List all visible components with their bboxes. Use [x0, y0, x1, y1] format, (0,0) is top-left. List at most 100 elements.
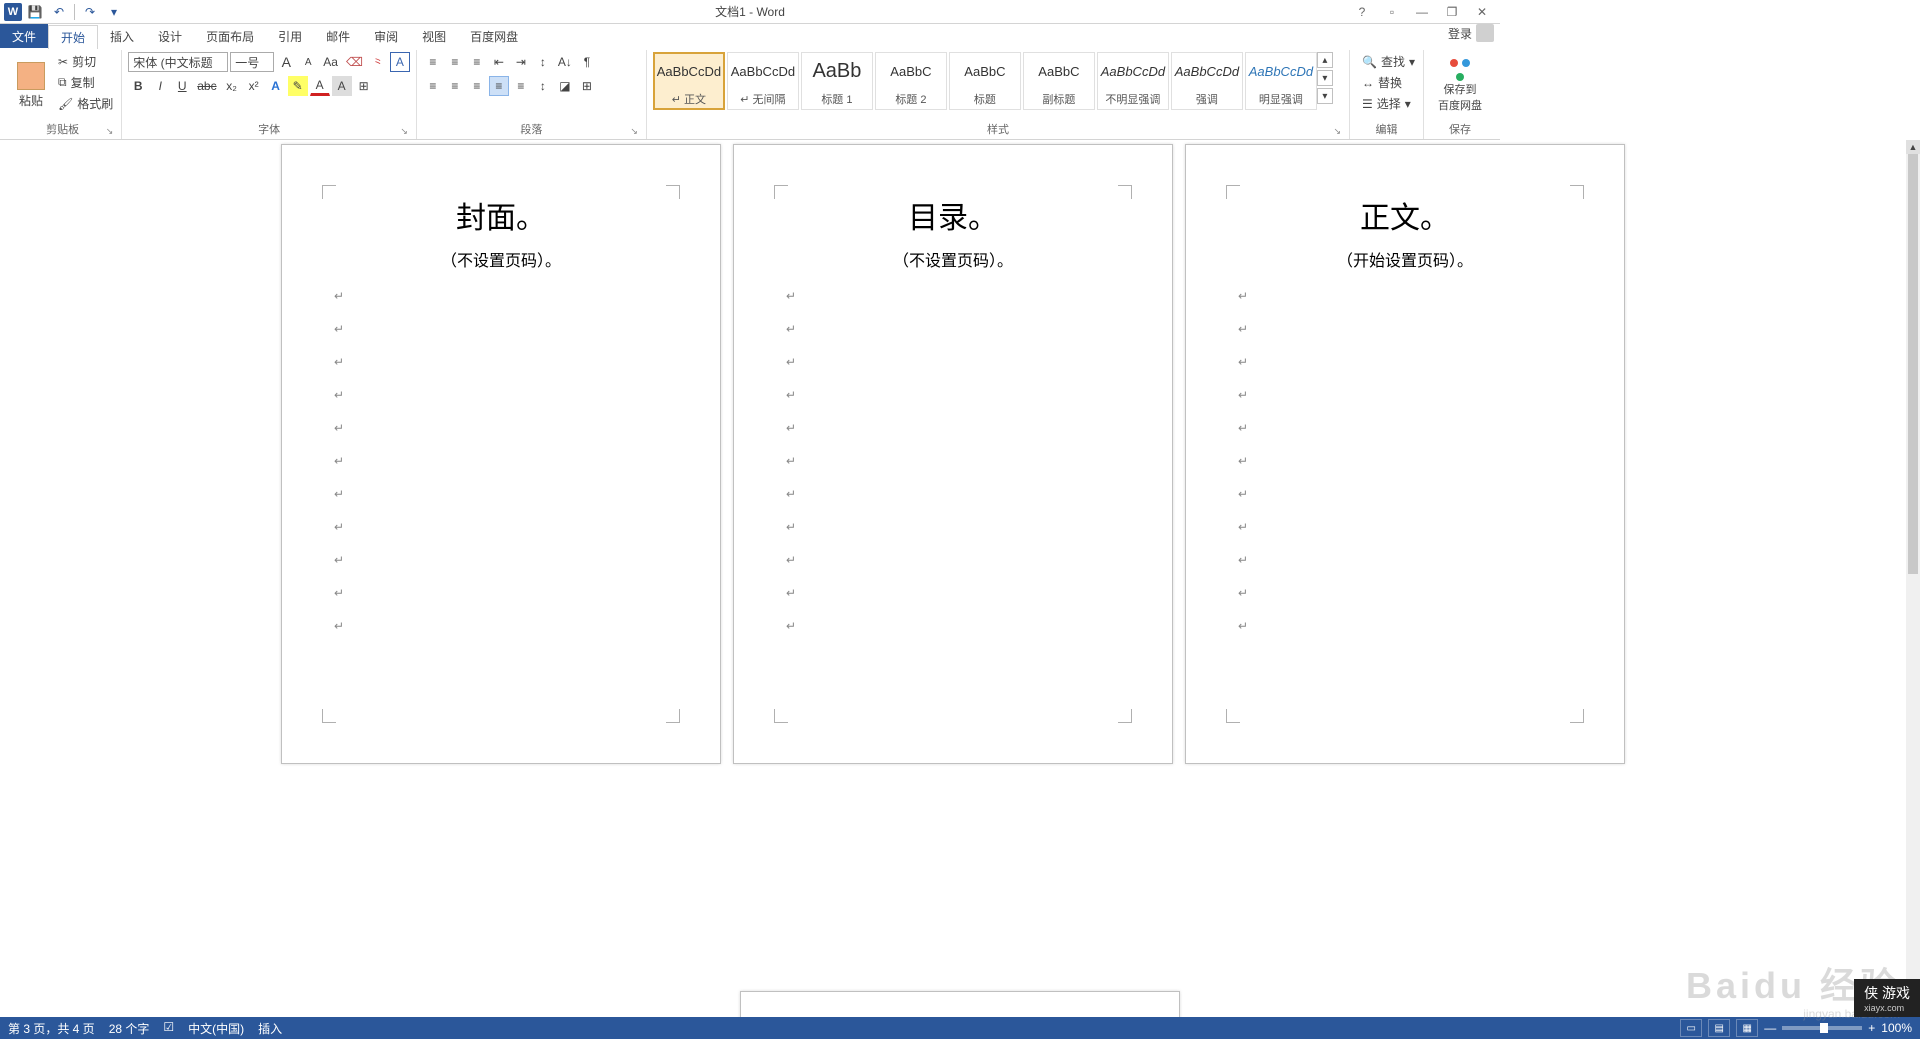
save-button[interactable]: 💾 — [24, 1, 46, 23]
bold-button[interactable]: B — [128, 76, 148, 96]
char-shading-button[interactable]: A — [332, 76, 352, 96]
style-item-3[interactable]: AaBbC标题 2 — [875, 52, 947, 110]
clear-format-button[interactable]: ⌫ — [343, 52, 366, 72]
asian-layout-button[interactable]: ↕ — [533, 52, 553, 72]
italic-button[interactable]: I — [150, 76, 170, 96]
char-border-button[interactable]: A — [390, 52, 410, 72]
tab-home[interactable]: 开始 — [48, 25, 98, 49]
find-button[interactable]: 🔍查找 ▾ — [1360, 52, 1417, 71]
zoom-thumb[interactable] — [1820, 1023, 1828, 1033]
align-center-button[interactable]: ≡ — [445, 76, 465, 96]
style-item-5[interactable]: AaBbC副标题 — [1023, 52, 1095, 110]
paste-button[interactable]: 粘贴 — [10, 52, 52, 118]
distribute-button[interactable]: ≡ — [511, 76, 531, 96]
subscript-button[interactable]: x₂ — [222, 76, 242, 96]
status-mode[interactable]: 插入 — [258, 1020, 282, 1037]
status-words[interactable]: 28 个字 — [109, 1020, 150, 1037]
change-case-button[interactable]: Aa — [320, 52, 341, 72]
styles-up-button[interactable]: ▴ — [1317, 52, 1333, 68]
grow-font-button[interactable]: A — [276, 52, 296, 72]
font-launcher[interactable]: ↘ — [400, 126, 408, 137]
view-web-button[interactable]: ▦ — [1736, 1019, 1758, 1037]
shrink-font-button[interactable]: A — [298, 52, 318, 72]
sort-button[interactable]: A↓ — [555, 52, 575, 72]
tab-layout[interactable]: 页面布局 — [194, 24, 266, 48]
style-item-0[interactable]: AaBbCcDd↵ 正文 — [653, 52, 725, 110]
paragraph-mark: ↵ — [1238, 421, 1576, 436]
show-marks-button[interactable]: ¶ — [577, 52, 597, 72]
style-item-8[interactable]: AaBbCcDd明显强调 — [1245, 52, 1317, 110]
tab-review[interactable]: 审阅 — [362, 24, 410, 48]
styles-more-button[interactable]: ▾ — [1317, 88, 1333, 104]
zoom-slider[interactable] — [1782, 1026, 1862, 1030]
style-item-4[interactable]: AaBbC标题 — [949, 52, 1021, 110]
justify-button[interactable]: ≡ — [489, 76, 509, 96]
page-3[interactable]: 正文。（开始设置页码）。↵↵↵↵↵↵↵↵↵↵↵ — [1185, 144, 1625, 764]
paragraph-launcher[interactable]: ↘ — [630, 126, 638, 137]
vertical-scrollbar[interactable]: ▲ ▼ — [1906, 140, 1920, 1013]
multilevel-button[interactable]: ≡ — [467, 52, 487, 72]
view-read-button[interactable]: ▭ — [1680, 1019, 1702, 1037]
style-item-1[interactable]: AaBbCcDd↵ 无间隔 — [727, 52, 799, 110]
scroll-up-button[interactable]: ▲ — [1906, 140, 1920, 154]
bullets-button[interactable]: ≡ — [423, 52, 443, 72]
enclose-char-button[interactable]: ⊞ — [354, 76, 374, 96]
align-right-button[interactable]: ≡ — [467, 76, 487, 96]
redo-button[interactable]: ↷ — [79, 1, 101, 23]
underline-button[interactable]: U — [172, 76, 192, 96]
tab-mailings[interactable]: 邮件 — [314, 24, 362, 48]
select-button[interactable]: ☰选择 ▾ — [1360, 94, 1417, 113]
style-item-6[interactable]: AaBbCcDd不明显强调 — [1097, 52, 1169, 110]
zoom-out-button[interactable]: — — [1764, 1021, 1776, 1035]
align-left-button[interactable]: ≡ — [423, 76, 443, 96]
status-page[interactable]: 第 3 页，共 4 页 — [8, 1020, 95, 1037]
zoom-in-button[interactable]: + — [1868, 1021, 1875, 1035]
phonetic-button[interactable]: ⺀ — [368, 52, 388, 72]
styles-launcher[interactable]: ↘ — [1333, 126, 1341, 137]
restore-button[interactable]: ❐ — [1438, 2, 1466, 22]
increase-indent-button[interactable]: ⇥ — [511, 52, 531, 72]
page-2[interactable]: 目录。（不设置页码）。↵↵↵↵↵↵↵↵↵↵↵ — [733, 144, 1173, 764]
undo-button[interactable]: ↶ — [48, 1, 70, 23]
decrease-indent-button[interactable]: ⇤ — [489, 52, 509, 72]
style-item-2[interactable]: AaBb标题 1 — [801, 52, 873, 110]
help-button[interactable]: ? — [1348, 2, 1376, 22]
tab-baidu[interactable]: 百度网盘 — [458, 24, 530, 48]
scroll-thumb[interactable] — [1908, 154, 1918, 574]
minimize-button[interactable]: — — [1408, 2, 1436, 22]
tab-view[interactable]: 视图 — [410, 24, 458, 48]
tab-file[interactable]: 文件 — [0, 24, 48, 48]
shading-button[interactable]: ◪ — [555, 76, 575, 96]
close-button[interactable]: ✕ — [1468, 2, 1496, 22]
replace-button[interactable]: ↔替换 — [1360, 73, 1417, 92]
font-color-button[interactable]: A — [310, 76, 330, 96]
save-baidu-button[interactable]: 保存到 百度网盘 — [1430, 52, 1490, 118]
view-print-button[interactable]: ▤ — [1708, 1019, 1730, 1037]
qat-customize-button[interactable]: ▾ — [103, 1, 125, 23]
tab-references[interactable]: 引用 — [266, 24, 314, 48]
borders-button[interactable]: ⊞ — [577, 76, 597, 96]
styles-down-button[interactable]: ▾ — [1317, 70, 1333, 86]
status-language[interactable]: 中文(中国) — [188, 1020, 244, 1037]
format-painter-button[interactable]: 🖌格式刷 — [56, 94, 115, 113]
text-effects-button[interactable]: A — [266, 76, 286, 96]
numbering-button[interactable]: ≡ — [445, 52, 465, 72]
zoom-level[interactable]: 100% — [1881, 1021, 1912, 1035]
superscript-button[interactable]: x² — [244, 76, 264, 96]
font-size-combo[interactable]: 一号 — [230, 52, 274, 72]
cut-button[interactable]: ✂剪切 — [56, 52, 115, 71]
highlight-button[interactable]: ✎ — [288, 76, 308, 96]
style-item-7[interactable]: AaBbCcDd强调 — [1171, 52, 1243, 110]
status-proof-icon[interactable]: ☑ — [163, 1020, 174, 1037]
tab-design[interactable]: 设计 — [146, 24, 194, 48]
ribbon-options-button[interactable]: ▫ — [1378, 2, 1406, 22]
font-name-combo[interactable]: 宋体 (中文标题 — [128, 52, 228, 72]
clipboard-launcher[interactable]: ↘ — [106, 126, 114, 137]
strikethrough-button[interactable]: abc — [194, 76, 219, 96]
line-spacing-button[interactable]: ↕ — [533, 76, 553, 96]
page-1[interactable]: 封面。（不设置页码）。↵↵↵↵↵↵↵↵↵↵↵ — [281, 144, 721, 764]
document-area[interactable]: 封面。（不设置页码）。↵↵↵↵↵↵↵↵↵↵↵目录。（不设置页码）。↵↵↵↵↵↵↵… — [0, 140, 1906, 1013]
tab-insert[interactable]: 插入 — [98, 24, 146, 48]
copy-button[interactable]: ⧉复制 — [56, 73, 115, 92]
login-link[interactable]: 登录 — [1448, 24, 1494, 42]
